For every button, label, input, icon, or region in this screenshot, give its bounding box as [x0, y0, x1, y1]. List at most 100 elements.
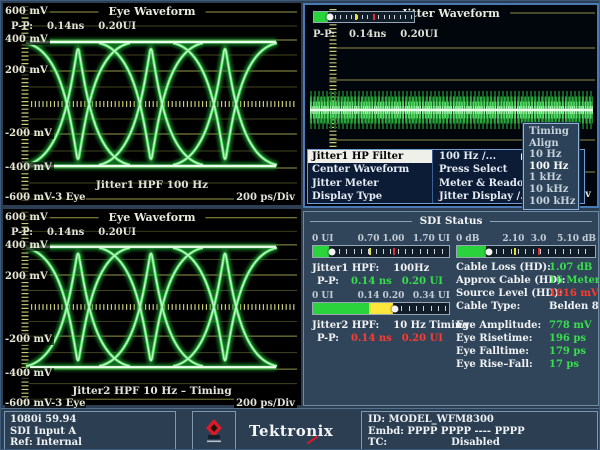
- pp-ui-value: 0.20UI: [98, 21, 136, 32]
- y-axis-label: -200 mV: [5, 128, 54, 139]
- jitter2-pp-row: P-P: 0.14 ns 0.20 UI: [312, 332, 450, 345]
- panel-title: SDI Status: [420, 215, 483, 227]
- dropdown-item-align[interactable]: Align: [524, 138, 578, 150]
- field-label: Cable Loss (HD):: [456, 262, 551, 273]
- eye-waveform-tile-top[interactable]: Eye Waveform P-P: 0.14ns 0.20UI 600 mV 400…: [3, 3, 301, 205]
- meter-peak-marker: [391, 305, 398, 312]
- readout-row: Cable Type: Belden 8281: [456, 301, 596, 314]
- meter-element: [423, 306, 424, 311]
- meter-element: [394, 15, 395, 19]
- dropdown-item-10hz[interactable]: 10 Hz: [524, 149, 578, 161]
- meter-element: [434, 249, 435, 254]
- field-label: Eye Falltime:: [456, 346, 529, 357]
- pp-readout: P-P:0.14ns0.20UI: [313, 29, 452, 40]
- pp-ns-value: 0.14ns: [47, 21, 84, 32]
- field-label: Eye Amplitude:: [456, 320, 541, 331]
- meter-element: [384, 15, 385, 19]
- field-value: 100Hz: [393, 263, 429, 274]
- dropdown-item-100hz-selected[interactable]: 100 Hz: [524, 161, 578, 173]
- scale-tick-label: 0.14: [358, 291, 380, 301]
- meter-element: [367, 15, 368, 19]
- meter-element: [570, 249, 571, 254]
- meter-element: [335, 15, 336, 19]
- meter-element: [514, 248, 516, 255]
- jitter2-meter: [312, 302, 450, 315]
- sdi-status-tile[interactable]: SDI Status 0 UI 0.70 1.00 1.70 UI Jitter…: [303, 211, 599, 406]
- field-label: Jitter1 HPF:: [312, 263, 379, 274]
- meter-element: [585, 249, 586, 254]
- meter-peak-marker: [327, 14, 334, 21]
- field-label: Eye Rise–Fall:: [456, 359, 533, 370]
- wfm8300-screen: Eye Waveform P-P:0.14ns0.20UI 600 mV 400…: [0, 0, 600, 450]
- y-axis-label: 400 mV: [5, 34, 50, 45]
- meter-element: [362, 15, 363, 19]
- meter-element: [457, 246, 486, 257]
- pp-label: P-P:: [11, 21, 33, 32]
- meter-element: [412, 249, 413, 254]
- dropdown-item-timing[interactable]: Timing: [524, 126, 578, 138]
- dropdown-item-100khz[interactable]: 100 kHz: [524, 196, 578, 208]
- menu-item-jitter1-hp-filter[interactable]: Jitter1 HP Filter: [308, 150, 432, 163]
- y-axis-label: -200 mV: [5, 334, 54, 345]
- hp-filter-dropdown: Timing Align 10 Hz 100 Hz 1 kHz 10 kHz 1…: [523, 123, 579, 210]
- meter-element: [378, 15, 379, 19]
- scale-tick-label: 0.34 UI: [413, 291, 450, 301]
- jitter1-pp-row: P-P: 0.14 ns 0.20 UI: [312, 275, 450, 288]
- jitter2-meter-scale: 0 UI 0.14 0.20 0.34 UI: [312, 291, 450, 301]
- time-scale-label: 200 ps/Div: [234, 192, 297, 203]
- meter-element: [346, 15, 347, 19]
- menu-item-center-waveform[interactable]: Center Waveform: [308, 163, 432, 176]
- readout-row: Eye Rise–Fall: 17 ps: [456, 359, 596, 372]
- input-label: SDI Input A: [10, 426, 170, 438]
- readout-row: Cable Loss (HD): 1.07 dB: [456, 262, 596, 275]
- meter-element: [442, 249, 443, 254]
- menu-item-jitter-meter[interactable]: Jitter Meter: [308, 177, 432, 190]
- input-status-box: 1080i 59.94 SDI Input A Ref: Internal: [4, 411, 176, 450]
- meter-element: [401, 306, 402, 311]
- eye-waveform-tile-bottom[interactable]: Eye Waveform P-P:0.14ns0.20UI 600 mV 400…: [3, 209, 301, 405]
- meter-element: [533, 249, 534, 254]
- meter-element: [548, 249, 549, 254]
- meter-peak-marker: [485, 248, 492, 255]
- meter-element: [361, 249, 362, 254]
- eye-count-label: -3 Eye: [51, 192, 85, 203]
- field-label: Jitter2 HPF:: [312, 320, 379, 331]
- meter-element: [339, 249, 340, 254]
- meter-element: [351, 15, 352, 19]
- pp-ns-value: 0.14 ns: [351, 333, 392, 344]
- scale-tick-label: 2.10: [502, 234, 524, 244]
- status-bar: 1080i 59.94 SDI Input A Ref: Internal Te…: [1, 408, 600, 450]
- meter-element: [313, 303, 369, 314]
- jitter-status-column: 0 UI 0.70 1.00 1.70 UI Jitter1 HPF: 100H…: [312, 234, 450, 345]
- panel-title: Eye Waveform: [98, 5, 205, 18]
- field-label: Cable Type:: [456, 301, 520, 312]
- meter-element: [393, 248, 395, 255]
- pp-ns-value: 0.14 ns: [351, 276, 392, 287]
- meter-element: [369, 305, 371, 312]
- y-axis-label: 600 mV: [5, 6, 50, 17]
- meter-element: [563, 249, 564, 254]
- scale-tick-label: 0.70: [358, 234, 380, 244]
- embedded-audio-status: Embd: PPPP PPPP ---- PPPP: [368, 426, 591, 438]
- meter-element: [346, 249, 347, 254]
- scale-tick-label: 1.70 UI: [413, 234, 450, 244]
- scale-tick-label: 0 UI: [312, 291, 333, 301]
- timecode-value: Disabled: [451, 437, 500, 448]
- dropdown-item-1khz[interactable]: 1 kHz: [524, 172, 578, 184]
- meter-element: [405, 15, 406, 19]
- meter-element: [431, 306, 432, 311]
- scale-tick-label: 0 dB: [456, 234, 479, 244]
- bottom-axis-row: -600 mV-3 Eye: [5, 192, 86, 203]
- meter-element: [354, 249, 355, 254]
- menu-item-display-type[interactable]: Display Type: [308, 190, 432, 203]
- meter-element: [376, 249, 377, 254]
- cable-status-column: 0 dB 2.10 3.0 5.10 dB Cable Loss (HD): 1…: [456, 234, 596, 372]
- jitter1-hpf-row: Jitter1 HPF: 100Hz: [312, 262, 450, 275]
- video-format-label: 1080i 59.94: [10, 414, 170, 426]
- meter-element: [355, 14, 357, 20]
- instrument-id: ID: MODEL_WFM8300: [368, 414, 591, 426]
- dropdown-item-10khz[interactable]: 10 kHz: [524, 184, 578, 196]
- scale-tick-label: 1.00: [382, 234, 404, 244]
- field-value: 1016 mV: [549, 288, 599, 299]
- scale-tick-label: 0 UI: [312, 234, 333, 244]
